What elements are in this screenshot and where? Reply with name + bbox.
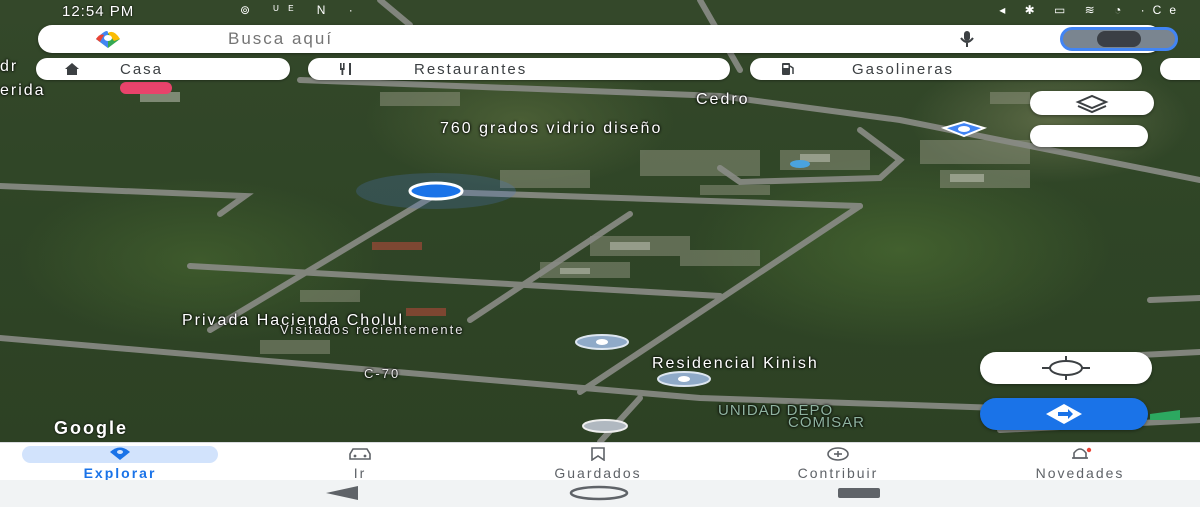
map-label-cedro: Cedro bbox=[696, 91, 750, 108]
recents-icon[interactable] bbox=[836, 485, 882, 501]
map-label-visited-recently: Visitados recientemente bbox=[280, 322, 465, 337]
map-label-road-c70: C-70 bbox=[364, 366, 401, 381]
google-maps-logo-icon bbox=[96, 31, 120, 48]
nav-label: Ir bbox=[353, 465, 367, 481]
status-system-icons: ◂ ✱ ▭ ≋ ◔ ·Ce bbox=[999, 3, 1184, 17]
map-label-top-left: dr bbox=[0, 58, 19, 75]
microphone-icon[interactable] bbox=[958, 30, 976, 48]
nav-label: Guardados bbox=[554, 465, 642, 481]
status-notification-icons: ⊚ ᵁᴱ N · bbox=[240, 3, 363, 17]
search-input[interactable] bbox=[228, 28, 828, 50]
search-bar[interactable] bbox=[38, 25, 1178, 53]
bell-icon bbox=[1072, 447, 1092, 459]
chip-restaurantes[interactable]: Restaurantes bbox=[308, 58, 730, 80]
home-icon bbox=[65, 63, 79, 75]
chip-casa[interactable]: Casa bbox=[36, 58, 290, 80]
nav-ir[interactable]: Ir bbox=[300, 443, 420, 481]
map-label-residencial-kinish[interactable]: Residencial Kinish bbox=[652, 355, 819, 373]
status-time: 12:54 PM bbox=[62, 3, 135, 20]
nav-label: Contribuir bbox=[797, 465, 879, 481]
map-label-comisaria[interactable]: COMISAR bbox=[788, 414, 865, 431]
map-label-vidrio-diseno[interactable]: 760 grados vidrio diseño bbox=[440, 120, 662, 138]
add-circle-icon bbox=[827, 447, 849, 461]
chip-label: Restaurantes bbox=[414, 60, 528, 78]
chip-label: Gasolineras bbox=[852, 60, 955, 78]
layers-button[interactable] bbox=[1030, 91, 1154, 115]
nav-guardados[interactable]: Guardados bbox=[498, 443, 698, 481]
system-navigation-bar bbox=[0, 480, 1200, 507]
car-icon bbox=[349, 448, 371, 460]
map-label-merida[interactable]: erida bbox=[0, 82, 46, 100]
account-avatar[interactable] bbox=[1060, 27, 1178, 51]
home-button-icon[interactable] bbox=[566, 485, 632, 501]
nav-label: Explorar bbox=[83, 465, 157, 481]
my-location-button[interactable] bbox=[980, 352, 1152, 384]
bookmark-icon bbox=[591, 447, 605, 461]
nav-novedades[interactable]: Novedades bbox=[980, 443, 1180, 481]
compass-button[interactable] bbox=[1030, 125, 1148, 147]
directions-icon bbox=[1046, 404, 1082, 424]
nav-contribuir[interactable]: Contribuir bbox=[748, 443, 928, 481]
nav-explorar[interactable]: Explorar bbox=[22, 443, 218, 481]
chip-label: Casa bbox=[120, 60, 164, 78]
fork-knife-icon bbox=[340, 63, 351, 75]
crosshair-icon bbox=[1042, 356, 1090, 380]
back-icon[interactable] bbox=[320, 485, 364, 501]
bottom-navigation: Explorar Ir Guardados Contribuir Novedad… bbox=[0, 442, 1200, 481]
explore-pin-icon bbox=[110, 447, 130, 460]
google-attribution-logo: Google bbox=[54, 418, 128, 438]
directions-button[interactable] bbox=[980, 398, 1148, 430]
layers-icon bbox=[1075, 94, 1109, 114]
chip-more[interactable] bbox=[1160, 58, 1200, 80]
gas-station-icon bbox=[782, 63, 794, 75]
status-bar: 12:54 PM ⊚ ᵁᴱ N · ◂ ✱ ▭ ≋ ◔ ·Ce bbox=[0, 0, 1200, 26]
current-location-dot bbox=[408, 181, 464, 201]
nav-label: Novedades bbox=[1035, 465, 1125, 481]
chip-gasolineras[interactable]: Gasolineras bbox=[750, 58, 1142, 80]
